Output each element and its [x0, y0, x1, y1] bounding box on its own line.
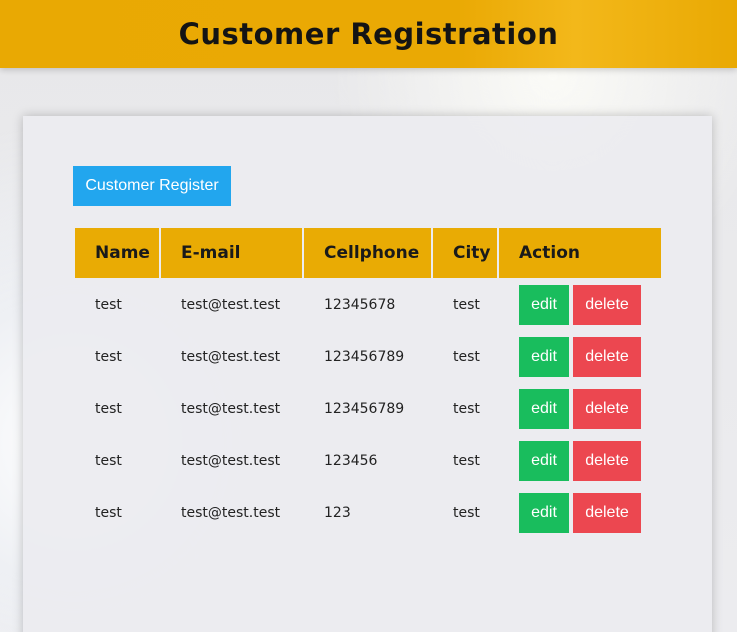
customer-table: Name E-mail Cellphone City Action test t…	[73, 226, 663, 540]
edit-button[interactable]: edit	[519, 493, 569, 533]
cell-cellphone: 123	[324, 505, 351, 521]
column-header-action: Action	[499, 228, 661, 278]
cell-email: test@test.test	[181, 349, 281, 365]
table-row: test test@test.test 123 test edit delete	[75, 488, 661, 538]
cell-city: test	[453, 453, 480, 469]
cell-name: test	[95, 297, 122, 313]
cell-city: test	[453, 349, 480, 365]
cell-action: edit delete	[499, 280, 661, 330]
cell-cellphone: 123456	[324, 453, 378, 469]
column-header-cellphone: Cellphone	[304, 228, 431, 278]
table-row: test test@test.test 123456789 test edit d…	[75, 384, 661, 434]
cell-action: edit delete	[499, 436, 661, 486]
cell-email: test@test.test	[181, 505, 281, 521]
table-row: test test@test.test 123456789 test edit d…	[75, 332, 661, 382]
cell-email: test@test.test	[181, 401, 281, 417]
page-header: Customer Registration	[0, 0, 737, 68]
delete-button[interactable]: delete	[573, 493, 641, 533]
cell-email: test@test.test	[181, 453, 281, 469]
delete-button[interactable]: delete	[573, 441, 641, 481]
cell-cellphone: 12345678	[324, 297, 396, 313]
cell-name: test	[95, 349, 122, 365]
cell-cellphone: 123456789	[324, 349, 405, 365]
cell-city: test	[453, 505, 480, 521]
page-title: Customer Registration	[178, 17, 559, 51]
table-row: test test@test.test 12345678 test edit de…	[75, 280, 661, 330]
cell-name: test	[95, 401, 122, 417]
cell-name: test	[95, 453, 122, 469]
edit-button[interactable]: edit	[519, 441, 569, 481]
delete-button[interactable]: delete	[573, 337, 641, 377]
cell-name: test	[95, 505, 122, 521]
table-row: test test@test.test 123456 test edit dele…	[75, 436, 661, 486]
table-header-row: Name E-mail Cellphone City Action	[75, 228, 661, 278]
cell-email: test@test.test	[181, 297, 281, 313]
column-header-city: City	[433, 228, 497, 278]
registration-card: Customer Register Name E-mail Cellphone …	[23, 116, 712, 632]
cell-action: edit delete	[499, 332, 661, 382]
column-header-email: E-mail	[161, 228, 302, 278]
cell-city: test	[453, 297, 480, 313]
cell-action: edit delete	[499, 384, 661, 434]
edit-button[interactable]: edit	[519, 337, 569, 377]
edit-button[interactable]: edit	[519, 389, 569, 429]
column-header-name: Name	[75, 228, 159, 278]
cell-cellphone: 123456789	[324, 401, 405, 417]
customer-register-button[interactable]: Customer Register	[73, 166, 231, 206]
delete-button[interactable]: delete	[573, 389, 641, 429]
edit-button[interactable]: edit	[519, 285, 569, 325]
cell-city: test	[453, 401, 480, 417]
cell-action: edit delete	[499, 488, 661, 538]
delete-button[interactable]: delete	[573, 285, 641, 325]
